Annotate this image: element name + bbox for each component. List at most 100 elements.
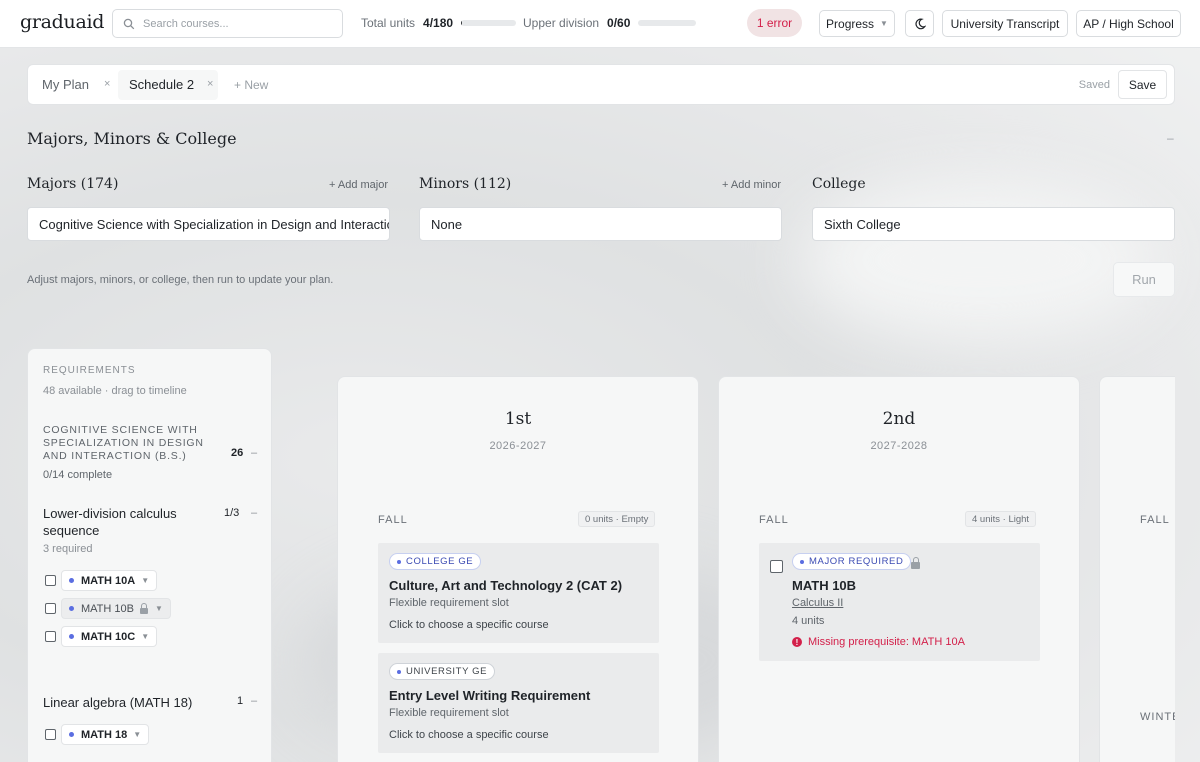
add-major-button[interactable]: + Add major: [329, 179, 388, 191]
tab-my-plan[interactable]: My Plan: [42, 77, 89, 92]
term-load-tag: 4 units · Light: [965, 511, 1037, 527]
requirement-group-count: 1: [237, 695, 244, 707]
course-card[interactable]: UNIVERSITY GE Entry Level Writing Requir…: [378, 653, 659, 753]
error-icon: !: [792, 637, 802, 647]
term-units: 0 units: [585, 514, 613, 525]
course-code: MATH 10A: [81, 574, 136, 587]
major-select[interactable]: Cognitive Science with Specialization in…: [27, 207, 390, 241]
collapse-major-button[interactable]: –: [251, 447, 257, 459]
course-checkbox[interactable]: [45, 603, 56, 614]
course-code: MATH 10B: [81, 602, 134, 615]
collapse-group-button[interactable]: –: [251, 507, 257, 519]
term-label: FALL: [1140, 514, 1170, 526]
year-card-2nd: 2nd 2027-2028 FALL 4 units · Light MAJOR…: [718, 376, 1080, 762]
course-checkbox[interactable]: [45, 575, 56, 586]
saved-status: Saved: [1078, 79, 1110, 91]
total-units-label: Total units: [361, 16, 416, 30]
year-label: 1st: [504, 409, 532, 429]
ap-high-school-button[interactable]: AP / High School: [1076, 10, 1181, 37]
close-icon[interactable]: ×: [104, 78, 110, 90]
save-button[interactable]: Save: [1118, 70, 1167, 99]
course-title: Entry Level Writing Requirement: [389, 688, 591, 703]
course-subtitle: Flexible requirement slot: [389, 597, 509, 609]
course-card[interactable]: COLLEGE GE Culture, Art and Technology 2…: [378, 543, 659, 643]
moon-icon: [914, 18, 926, 29]
prerequisite-error: ! Missing prerequisite: MATH 10A: [792, 636, 965, 648]
chevron-down-icon[interactable]: ▼: [141, 632, 149, 641]
university-transcript-button[interactable]: University Transcript: [942, 10, 1068, 37]
course-chip[interactable]: MATH 18 ▼: [61, 724, 150, 745]
course-code: MATH 18: [81, 728, 128, 741]
course-dot-icon: [69, 578, 74, 583]
year-label: 2nd: [882, 409, 916, 429]
year-card-3rd: FALL WINTER: [1099, 376, 1175, 762]
search-input[interactable]: [143, 17, 323, 30]
upper-division-stat: Upper division 0/60: [523, 16, 697, 30]
major-requirement-count: 26: [231, 447, 244, 459]
lock-icon: [911, 557, 920, 569]
chevron-down-icon: ▼: [880, 19, 888, 28]
requirement-group-sub: 3 required: [43, 543, 93, 555]
term-label: FALL: [378, 514, 408, 526]
chevron-down-icon[interactable]: ▼: [133, 730, 141, 739]
major-complete-status: 0/14 complete: [43, 469, 113, 481]
requirement-type-badge: COLLEGE GE: [389, 553, 482, 570]
top-bar: graduaid Total units 4/180 Upper divisio…: [0, 0, 1200, 48]
search-box[interactable]: [112, 9, 343, 38]
year-range: 2026-2027: [489, 440, 547, 452]
lock-icon: [139, 602, 149, 615]
term-label: WINTER: [1140, 711, 1175, 723]
progress-dropdown[interactable]: Progress ▼: [819, 10, 895, 37]
requirements-panel: REQUIREMENTS 48 available · drag to time…: [27, 348, 272, 762]
search-icon: [123, 18, 135, 29]
run-hint: Adjust majors, minors, or college, then …: [27, 274, 334, 286]
total-units-progress-bar: [461, 20, 517, 26]
chevron-down-icon[interactable]: ▼: [141, 576, 149, 585]
term-load-tag: 0 units · Empty: [578, 511, 656, 527]
requirements-heading: REQUIREMENTS: [43, 365, 136, 376]
minor-select[interactable]: None: [419, 207, 782, 241]
year-card-1st: 1st 2026-2027 FALL 0 units · Empty COLLE…: [337, 376, 699, 762]
minors-title: Minors (112): [419, 176, 512, 192]
course-chip[interactable]: MATH 10A ▼: [61, 570, 158, 591]
choose-course-link[interactable]: Click to choose a specific course: [389, 729, 549, 741]
upper-division-progress-bar: [638, 20, 697, 26]
course-dot-icon: [69, 634, 74, 639]
course-checkbox[interactable]: [45, 631, 56, 642]
error-badge[interactable]: 1 error: [747, 9, 802, 37]
total-units-stat: Total units 4/180: [361, 16, 517, 30]
prerequisite-error-text: Missing prerequisite: MATH 10A: [808, 636, 965, 648]
theme-toggle-button[interactable]: [905, 10, 934, 37]
major-requirement-title[interactable]: COGNITIVE SCIENCE WITH SPECIALIZATION IN…: [43, 424, 213, 463]
course-checkbox[interactable]: [770, 560, 783, 573]
course-chip[interactable]: MATH 10C ▼: [61, 626, 158, 647]
course-card[interactable]: MAJOR REQUIRED MATH 10B Calculus II 4 un…: [759, 543, 1040, 661]
course-chip-locked[interactable]: MATH 10B ▼: [61, 598, 171, 619]
term-label: FALL: [759, 514, 789, 526]
course-title: MATH 10B: [792, 578, 857, 593]
course-checkbox[interactable]: [45, 729, 56, 740]
section-title: Majors, Minors & College: [27, 129, 237, 148]
collapse-group-button[interactable]: –: [251, 695, 257, 707]
plan-tabs-bar: My Plan × Schedule 2 × + New Saved Save: [27, 64, 1175, 105]
upper-division-value: 0/60: [607, 16, 631, 30]
requirement-type-badge: UNIVERSITY GE: [389, 663, 496, 680]
upper-division-label: Upper division: [523, 16, 600, 30]
app-logo[interactable]: graduaid: [20, 11, 104, 33]
course-subtitle[interactable]: Calculus II: [792, 597, 843, 609]
course-units: 4 units: [792, 615, 825, 627]
progress-label: Progress: [826, 16, 875, 31]
tab-schedule-2[interactable]: Schedule 2: [129, 77, 194, 92]
collapse-section-button[interactable]: –: [1167, 131, 1174, 145]
requirement-group-title[interactable]: Lower-division calculus sequence: [43, 505, 203, 539]
requirement-group-title[interactable]: Linear algebra (MATH 18): [43, 694, 203, 711]
choose-course-link[interactable]: Click to choose a specific course: [389, 619, 549, 631]
close-icon[interactable]: ×: [207, 78, 213, 90]
term-units: 4 units: [972, 514, 1000, 525]
college-select[interactable]: Sixth College: [812, 207, 1175, 241]
requirement-group-count: 1/3: [224, 507, 240, 519]
run-button[interactable]: Run: [1113, 262, 1175, 297]
new-tab-button[interactable]: + New: [234, 78, 268, 92]
chevron-down-icon[interactable]: ▼: [155, 604, 163, 613]
add-minor-button[interactable]: + Add minor: [722, 179, 781, 191]
